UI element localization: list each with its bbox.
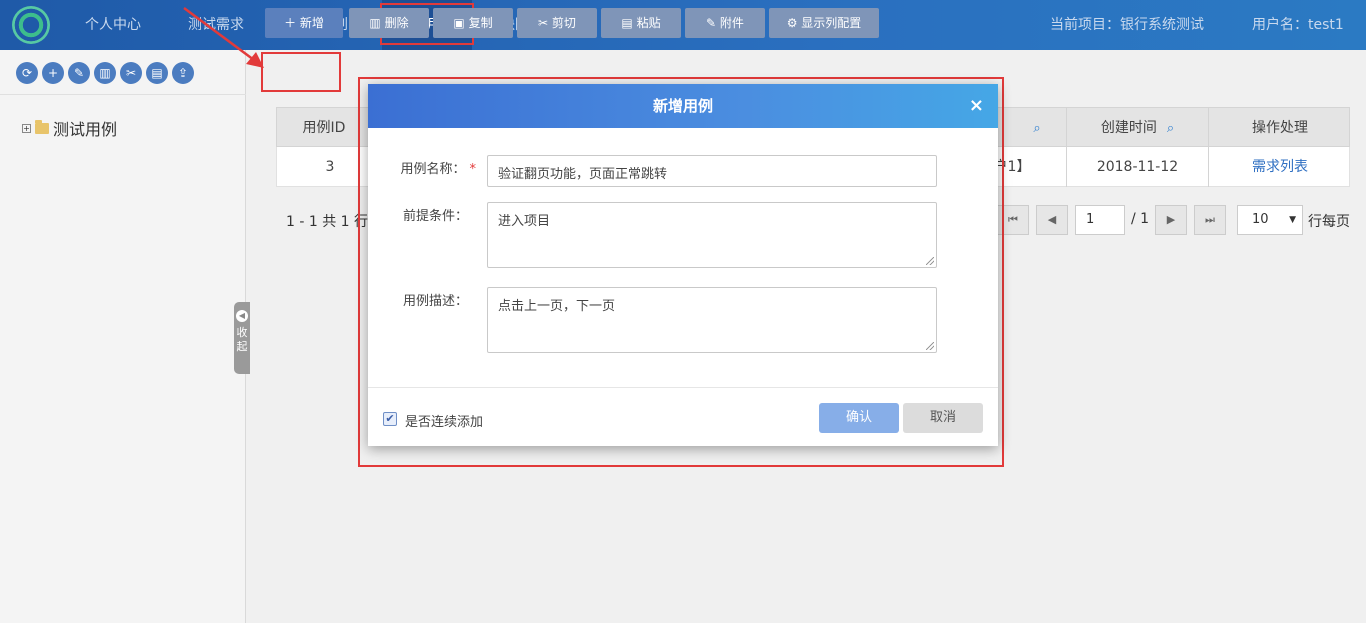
app-logo bbox=[12, 6, 50, 44]
dialog-title: 新增用例 bbox=[652, 97, 713, 115]
left-sidebar: ⟳ + ✎ ▥ ✂ ▤ ⇪ + 测试用例 bbox=[0, 50, 246, 623]
nav-personal-center[interactable]: 个人中心 bbox=[70, 0, 156, 50]
resize-handle-icon[interactable] bbox=[926, 257, 934, 265]
col-header-created[interactable]: 创建时间 ⌕ bbox=[1066, 108, 1208, 148]
search-icon[interactable]: ⌕ bbox=[1017, 108, 1057, 148]
page-total: / 1 bbox=[1131, 211, 1150, 227]
collapse-sidebar-button[interactable]: ◀ 收起 bbox=[234, 302, 250, 374]
search-icon[interactable]: ⌕ bbox=[1167, 121, 1174, 136]
col-header-id[interactable]: 用例ID bbox=[277, 108, 371, 148]
folder-icon bbox=[35, 119, 49, 134]
delete-icon[interactable]: ▥ bbox=[94, 62, 116, 84]
precondition-textarea[interactable]: 进入项目 bbox=[487, 202, 937, 268]
col-header-actions: 操作处理 bbox=[1208, 108, 1351, 148]
copy-button-label: 复制 bbox=[468, 16, 493, 30]
attach-button[interactable]: ✎ 附件 bbox=[685, 8, 765, 38]
page-size-select[interactable]: 10 ▼ bbox=[1237, 205, 1303, 235]
current-user: 用户名：test1 bbox=[1252, 17, 1344, 33]
continuous-add-label: 是否连续添加 bbox=[405, 415, 484, 430]
edit-icon[interactable]: ✎ bbox=[68, 62, 90, 84]
attach-button-label: 附件 bbox=[719, 16, 744, 30]
delete-button[interactable]: ▥ 删除 bbox=[349, 8, 429, 38]
sidebar-toolbar: ⟳ + ✎ ▥ ✂ ▤ ⇪ bbox=[16, 62, 194, 84]
collapse-arrow-icon: ◀ bbox=[236, 310, 248, 322]
tree-root[interactable]: + 测试用例 bbox=[22, 116, 117, 140]
precondition-label: 前提条件： bbox=[402, 209, 468, 224]
precondition-value: 进入项目 bbox=[498, 214, 551, 229]
current-project: 当前项目：银行系统测试 bbox=[1050, 17, 1204, 33]
sidebar-divider bbox=[0, 94, 246, 95]
column-config-label: 显示列配置 bbox=[801, 16, 862, 30]
add-case-dialog: 新增用例 × 用例名称： * 验证翻页功能，页面正常跳转 前提条件： 进入项目 用… bbox=[368, 84, 998, 446]
collapse-label: 收起 bbox=[236, 326, 248, 353]
dialog-header: 新增用例 × bbox=[368, 84, 998, 128]
requirements-list-link[interactable]: 需求列表 bbox=[1208, 147, 1351, 187]
description-textarea[interactable]: 点击上一页，下一页 bbox=[487, 287, 937, 353]
expand-icon[interactable]: + bbox=[22, 123, 31, 133]
delete-button-label: 删除 bbox=[384, 16, 409, 30]
copy-button[interactable]: ▣ 复制 bbox=[433, 8, 513, 38]
continuous-add-checkbox[interactable]: ✔ bbox=[383, 412, 397, 426]
page-size-value: 10 bbox=[1252, 212, 1269, 227]
page-input[interactable]: 1 bbox=[1075, 205, 1125, 235]
pager-info: 1 - 1 共 1 行 bbox=[286, 214, 369, 230]
tree-root-label: 测试用例 bbox=[53, 120, 118, 139]
required-mark: * bbox=[469, 162, 477, 177]
cut-icon[interactable]: ✂ bbox=[120, 62, 142, 84]
add-button-label: 新增 bbox=[299, 16, 324, 30]
case-name-label-text: 用例名称： bbox=[400, 162, 466, 177]
paste-icon[interactable]: ▤ bbox=[146, 62, 168, 84]
cancel-button[interactable]: 取消 bbox=[903, 403, 983, 433]
col-header-created-label: 创建时间 bbox=[1100, 120, 1157, 136]
description-value: 点击上一页，下一页 bbox=[498, 299, 616, 314]
prev-page-button[interactable]: ◀ bbox=[1036, 205, 1068, 235]
paste-button-label: 粘贴 bbox=[636, 16, 661, 30]
caret-down-icon: ▼ bbox=[1289, 215, 1296, 225]
paste-button[interactable]: ▤ 粘贴 bbox=[601, 8, 681, 38]
annotation-arrow-icon bbox=[183, 6, 264, 68]
cell-created: 2018-11-12 bbox=[1066, 147, 1208, 187]
highlight-add-button bbox=[261, 52, 341, 92]
cut-button-label: 剪切 bbox=[551, 16, 576, 30]
add-button[interactable]: ＋ 新增 bbox=[265, 8, 343, 38]
close-icon[interactable]: × bbox=[969, 97, 984, 115]
cut-button[interactable]: ✂ 剪切 bbox=[517, 8, 597, 38]
per-page-label: 行每页 bbox=[1308, 214, 1350, 230]
refresh-icon[interactable]: ⟳ bbox=[16, 62, 38, 84]
case-name-input[interactable]: 验证翻页功能，页面正常跳转 bbox=[487, 155, 937, 187]
column-config-button[interactable]: ⚙ 显示列配置 bbox=[769, 8, 879, 38]
case-name-label: 用例名称： * bbox=[376, 158, 476, 177]
confirm-button[interactable]: 确认 bbox=[819, 403, 899, 433]
resize-handle-icon[interactable] bbox=[926, 342, 934, 350]
description-label: 用例描述： bbox=[402, 294, 468, 309]
dialog-divider bbox=[368, 387, 998, 388]
add-icon[interactable]: + bbox=[42, 62, 64, 84]
last-page-button[interactable]: ⏭ bbox=[1194, 205, 1226, 235]
next-page-button[interactable]: ▶ bbox=[1155, 205, 1187, 235]
